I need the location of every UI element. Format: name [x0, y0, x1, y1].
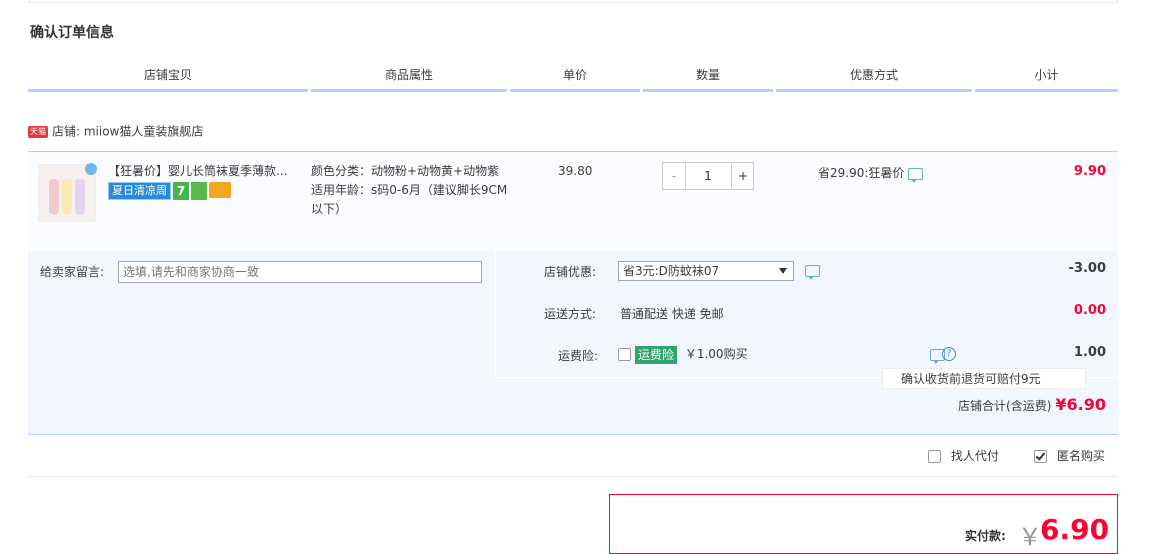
insurance-label: 运费险:	[558, 349, 599, 363]
header-subtotal: 小计	[975, 62, 1118, 92]
insurance-option: 运费险 ￥1.00购买	[618, 345, 748, 364]
shop-discount-selected: 省3元:D防蚊袜07	[623, 264, 720, 278]
insurance-value: 1.00	[1073, 345, 1106, 360]
qty-plus-button[interactable]: +	[731, 163, 754, 189]
shop-discount-value: -3.00	[1068, 261, 1106, 276]
qty-minus-button[interactable]: -	[663, 163, 686, 189]
shipping-label: 运送方式:	[544, 307, 597, 321]
proxy-pay-option[interactable]: 找人代付	[928, 447, 999, 464]
tmall-icon: 天猫	[28, 125, 48, 138]
attr-color: 颜色分类：动物粉+动物黄+动物紫	[311, 164, 500, 178]
payment-summary: 实付款: ￥ 6.90	[609, 494, 1118, 554]
table-header: 店铺宝贝 商品属性 单价 数量 优惠方式 小计	[28, 62, 1118, 92]
payment-label: 实付款:	[965, 529, 1006, 543]
header-attributes: 商品属性	[311, 62, 507, 92]
item-discount: 省29.90:狂暑价	[818, 164, 924, 183]
shop-discount-select[interactable]: 省3元:D防蚊袜07	[618, 261, 794, 281]
insurance-tag: 运费险	[635, 345, 678, 364]
seven-day-return-icon[interactable]: 7	[173, 182, 189, 200]
promo-dot-icon	[85, 163, 97, 175]
help-icon[interactable]: ?	[942, 347, 956, 361]
shop-total: 店铺合计(含运费) ¥6.90	[958, 395, 1106, 414]
attr-age: 适用年龄：s码0-6月（建议脚长9CM以下）	[311, 183, 508, 216]
insurance-price: ￥1.00购买	[684, 347, 748, 361]
section-title: 确认订单信息	[30, 25, 114, 41]
shop-bar: 天猫 店铺: miiow猫人童装旗舰店	[28, 122, 203, 140]
anonymous-label: 匿名购买	[1056, 449, 1105, 463]
payment-amount: 6.90	[1040, 513, 1110, 546]
sock-yellow-graphic	[62, 179, 72, 215]
insurance-checkbox[interactable]	[618, 348, 631, 361]
shipping-value: 0.00	[1073, 303, 1106, 318]
shipping-method: 普通配送 快递 免邮	[620, 307, 724, 321]
shop-total-amount: ¥6.90	[1055, 395, 1106, 414]
product-attributes: 颜色分类：动物粉+动物黄+动物紫 适用年龄：s码0-6月（建议脚长9CM以下）	[311, 162, 511, 219]
sock-purple-graphic	[75, 179, 85, 215]
extra-options: 找人代付 匿名购买	[28, 440, 1118, 477]
summer-promo-badge[interactable]: 夏日清凉周	[108, 182, 171, 200]
shop-discount-label: 店铺优惠:	[544, 265, 597, 279]
dropdown-arrow-icon	[779, 268, 787, 274]
product-thumbnail[interactable]	[38, 163, 97, 222]
header-unit-price: 单价	[510, 62, 640, 92]
message-label: 给卖家留言:	[40, 265, 105, 279]
header-discount: 优惠方式	[776, 62, 972, 92]
seller-message-input[interactable]	[118, 261, 482, 283]
anonymous-option[interactable]: 匿名购买	[1034, 447, 1105, 464]
comment-icon[interactable]	[805, 265, 820, 280]
comment-icon[interactable]	[908, 167, 924, 183]
qty-input[interactable]: 1	[686, 163, 730, 189]
sock-pink-graphic	[49, 179, 59, 215]
proxy-pay-checkbox[interactable]	[928, 450, 941, 463]
shop-name-link[interactable]: 店铺: miiow猫人童装旗舰店	[52, 125, 203, 139]
product-title-link[interactable]: 【狂暑价】婴儿长筒袜夏季薄款...	[108, 162, 308, 180]
guarantee-icon[interactable]	[191, 182, 207, 200]
order-item-row: 【狂暑价】婴儿长筒袜夏季薄款... 夏日清凉周 7 颜色分类：动物粉+动物黄+动物…	[28, 151, 1118, 251]
header-quantity: 数量	[643, 62, 773, 92]
quantity-stepper: - 1 +	[662, 162, 754, 190]
seller-message-area: 给卖家留言:	[28, 251, 496, 377]
shipping-row: 运送方式: 普通配送 快递 免邮 0.00	[496, 293, 1118, 336]
discount-text: 省29.90:狂暑价	[818, 166, 905, 180]
shop-total-label: 店铺合计(含运费)	[958, 399, 1052, 413]
proxy-pay-label: 找人代付	[950, 449, 999, 463]
header-shop-item: 店铺宝贝	[28, 62, 308, 92]
top-border	[28, 0, 1118, 3]
product-badges: 夏日清凉周 7	[108, 182, 231, 200]
insurance-tooltip: 确认收货前退货可赔付9元	[882, 368, 1086, 389]
order-options: 给卖家留言: 店铺优惠: 省3元:D防蚊袜07 -3.00 运送方式: 普通配送…	[28, 251, 1118, 435]
anonymous-checkbox[interactable]	[1034, 450, 1047, 463]
credit-card-icon[interactable]	[209, 182, 231, 198]
unit-price: 39.80	[558, 164, 593, 178]
shop-discount-row: 店铺优惠: 省3元:D防蚊袜07 -3.00	[496, 251, 1118, 294]
item-subtotal: 9.90	[1073, 164, 1106, 179]
